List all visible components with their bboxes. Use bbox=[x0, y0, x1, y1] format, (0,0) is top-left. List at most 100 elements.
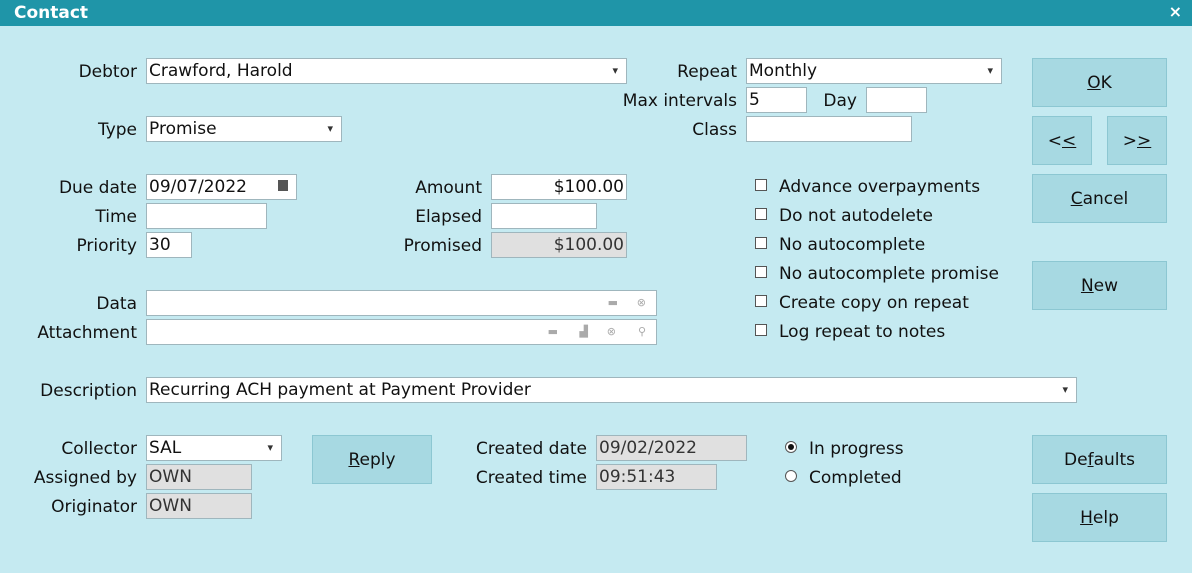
time-label: Time bbox=[95, 207, 137, 227]
title-bar: Contact × bbox=[0, 0, 1192, 26]
status-radio-in-progress[interactable]: In progress bbox=[785, 436, 904, 462]
checkbox-advance-overpayments[interactable]: Advance overpayments bbox=[755, 174, 980, 200]
previous-button[interactable]: << bbox=[1032, 116, 1092, 165]
type-select[interactable]: Promise ▾ bbox=[146, 116, 342, 142]
prev-label: < bbox=[1047, 130, 1062, 151]
checkbox-icon bbox=[755, 179, 767, 191]
assigned-by-value: OWN bbox=[149, 467, 192, 487]
data-field[interactable]: ▬ ⊗ bbox=[146, 290, 657, 316]
close-icon[interactable]: × bbox=[1169, 2, 1182, 21]
description-label: Description bbox=[40, 381, 137, 401]
data-label: Data bbox=[96, 294, 137, 314]
folder-icon[interactable]: ▬ bbox=[608, 291, 618, 315]
help-mnemonic: H bbox=[1080, 507, 1093, 528]
repeat-select[interactable]: Monthly ▾ bbox=[746, 58, 1002, 84]
class-label: Class bbox=[692, 120, 737, 140]
help-button[interactable]: Help bbox=[1032, 493, 1167, 542]
collector-label: Collector bbox=[61, 439, 137, 459]
clear-icon[interactable]: ⊗ bbox=[637, 291, 646, 315]
day-field[interactable] bbox=[866, 87, 927, 113]
defaults-button[interactable]: Defaults bbox=[1032, 435, 1167, 484]
elapsed-label: Elapsed bbox=[415, 207, 482, 227]
chevron-down-icon[interactable]: ▾ bbox=[327, 117, 333, 141]
max-intervals-field[interactable]: 5 bbox=[746, 87, 807, 113]
type-label: Type bbox=[97, 120, 137, 140]
amount-field[interactable]: $100.00 bbox=[491, 174, 627, 200]
collector-select[interactable]: SAL ▾ bbox=[146, 435, 282, 461]
originator-field: OWN bbox=[146, 493, 252, 519]
class-field[interactable] bbox=[746, 116, 912, 142]
checkbox-log-repeat-to-notes[interactable]: Log repeat to notes bbox=[755, 319, 945, 345]
originator-label: Originator bbox=[51, 497, 137, 517]
calendar-icon[interactable] bbox=[278, 180, 288, 191]
checkbox-icon bbox=[755, 208, 767, 220]
checkbox-icon bbox=[755, 324, 767, 336]
checkbox-icon bbox=[755, 237, 767, 249]
window-title: Contact bbox=[14, 3, 89, 23]
radio-selected-icon bbox=[785, 441, 797, 453]
priority-label: Priority bbox=[76, 236, 137, 256]
checkbox-no-autocomplete-promise[interactable]: No autocomplete promise bbox=[755, 261, 999, 287]
priority-value: 30 bbox=[149, 235, 171, 255]
checkbox-label: No autocomplete bbox=[779, 235, 926, 255]
max-intervals-label: Max intervals bbox=[622, 91, 737, 111]
defaults-label: aults bbox=[1093, 449, 1135, 470]
ok-label: K bbox=[1100, 72, 1112, 93]
attachment-label: Attachment bbox=[37, 323, 137, 343]
search-icon[interactable]: ⚲ bbox=[638, 320, 646, 344]
created-date-field: 09/02/2022 bbox=[596, 435, 747, 461]
defaults-label-lead: De bbox=[1064, 449, 1088, 470]
debtor-label: Debtor bbox=[78, 62, 137, 82]
due-date-value: 09/07/2022 bbox=[149, 177, 247, 197]
chevron-down-icon[interactable]: ▾ bbox=[987, 59, 993, 83]
debtor-select[interactable]: Crawford, Harold ▾ bbox=[146, 58, 627, 84]
due-date-field[interactable]: 09/07/2022 bbox=[146, 174, 297, 200]
cancel-button[interactable]: Cancel bbox=[1032, 174, 1167, 223]
type-value: Promise bbox=[149, 119, 217, 139]
assigned-by-label: Assigned by bbox=[33, 468, 137, 488]
ok-mnemonic: O bbox=[1087, 72, 1101, 93]
radio-icon bbox=[785, 470, 797, 482]
folder-icon[interactable]: ▬ bbox=[548, 320, 558, 344]
new-label: ew bbox=[1093, 275, 1119, 296]
promised-value: $100.00 bbox=[553, 235, 624, 255]
checkbox-do-not-autodelete[interactable]: Do not autodelete bbox=[755, 203, 933, 229]
time-field[interactable] bbox=[146, 203, 267, 229]
priority-field[interactable]: 30 bbox=[146, 232, 192, 258]
next-label: > bbox=[1122, 130, 1137, 151]
next-mnemonic: > bbox=[1137, 130, 1152, 151]
cancel-label: ancel bbox=[1082, 188, 1129, 209]
radio-label: Completed bbox=[809, 468, 902, 488]
ok-button[interactable]: OK bbox=[1032, 58, 1167, 107]
repeat-value: Monthly bbox=[749, 61, 818, 81]
created-time-label: Created time bbox=[475, 468, 587, 488]
checkbox-label: Advance overpayments bbox=[779, 177, 981, 197]
created-time-value: 09:51:43 bbox=[599, 467, 676, 487]
clear-icon[interactable]: ⊗ bbox=[607, 320, 616, 344]
chevron-down-icon[interactable]: ▾ bbox=[267, 436, 273, 460]
reply-button[interactable]: Reply bbox=[312, 435, 432, 484]
max-intervals-value: 5 bbox=[749, 90, 760, 110]
next-button[interactable]: >> bbox=[1107, 116, 1167, 165]
new-mnemonic: N bbox=[1080, 275, 1094, 296]
checkbox-no-autocomplete[interactable]: No autocomplete bbox=[755, 232, 925, 258]
status-radio-completed[interactable]: Completed bbox=[785, 465, 902, 491]
day-label: Day bbox=[823, 91, 857, 111]
created-date-value: 09/02/2022 bbox=[599, 438, 697, 458]
originator-value: OWN bbox=[149, 496, 192, 516]
print-icon[interactable]: ▟ bbox=[580, 320, 588, 344]
reply-label: eply bbox=[359, 449, 396, 470]
description-select[interactable]: Recurring ACH payment at Payment Provide… bbox=[146, 377, 1077, 403]
attachment-field[interactable]: ▬ ▟ ⊗ ⚲ bbox=[146, 319, 657, 345]
repeat-label: Repeat bbox=[677, 62, 737, 82]
reply-mnemonic: R bbox=[348, 449, 360, 470]
debtor-value: Crawford, Harold bbox=[149, 61, 293, 81]
checkbox-create-copy-on-repeat[interactable]: Create copy on repeat bbox=[755, 290, 969, 316]
created-time-field: 09:51:43 bbox=[596, 464, 717, 490]
new-button[interactable]: New bbox=[1032, 261, 1167, 310]
checkbox-label: Log repeat to notes bbox=[779, 322, 946, 342]
chevron-down-icon[interactable]: ▾ bbox=[1062, 378, 1068, 402]
checkbox-label: Do not autodelete bbox=[779, 206, 933, 226]
elapsed-field[interactable] bbox=[491, 203, 597, 229]
radio-label: In progress bbox=[809, 439, 904, 459]
